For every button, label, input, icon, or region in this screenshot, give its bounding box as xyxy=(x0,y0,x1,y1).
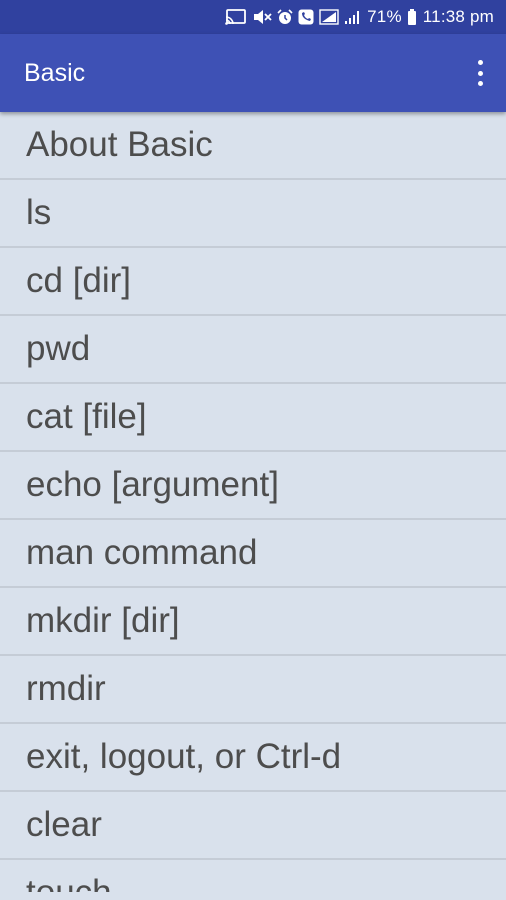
list-item-touch[interactable]: touch xyxy=(0,860,506,892)
status-time: 11:38 pm xyxy=(422,7,494,26)
command-list: About Basic ls cd [dir] pwd cat [file] e… xyxy=(0,112,506,892)
status-bar: 71% 11:38 pm xyxy=(0,0,506,34)
list-item-cd[interactable]: cd [dir] xyxy=(0,248,506,316)
battery-percent: 71% xyxy=(367,7,402,26)
list-item-man[interactable]: man command xyxy=(0,520,506,588)
list-item-exit[interactable]: exit, logout, or Ctrl-d xyxy=(0,724,506,792)
bottom-edge xyxy=(0,892,506,900)
mute-icon xyxy=(254,10,272,24)
app-bar: Basic xyxy=(0,34,506,112)
wifi-icon xyxy=(319,9,339,25)
list-item-ls[interactable]: ls xyxy=(0,180,506,248)
list-item-pwd[interactable]: pwd xyxy=(0,316,506,384)
cast-icon xyxy=(225,9,247,25)
call-icon xyxy=(298,9,314,25)
list-item-echo[interactable]: echo [argument] xyxy=(0,452,506,520)
list-item-cat[interactable]: cat [file] xyxy=(0,384,506,452)
app-title: Basic xyxy=(24,58,86,87)
more-vert-icon[interactable] xyxy=(468,58,492,88)
alarm-icon xyxy=(277,9,293,24)
signal-icon xyxy=(345,11,360,24)
list-item-about-basic[interactable]: About Basic xyxy=(0,112,506,180)
list-item-rmdir[interactable]: rmdir xyxy=(0,656,506,724)
battery-icon xyxy=(407,9,416,25)
list-item-clear[interactable]: clear xyxy=(0,792,506,860)
list-item-mkdir[interactable]: mkdir [dir] xyxy=(0,588,506,656)
status-icons: 71% xyxy=(225,7,417,27)
